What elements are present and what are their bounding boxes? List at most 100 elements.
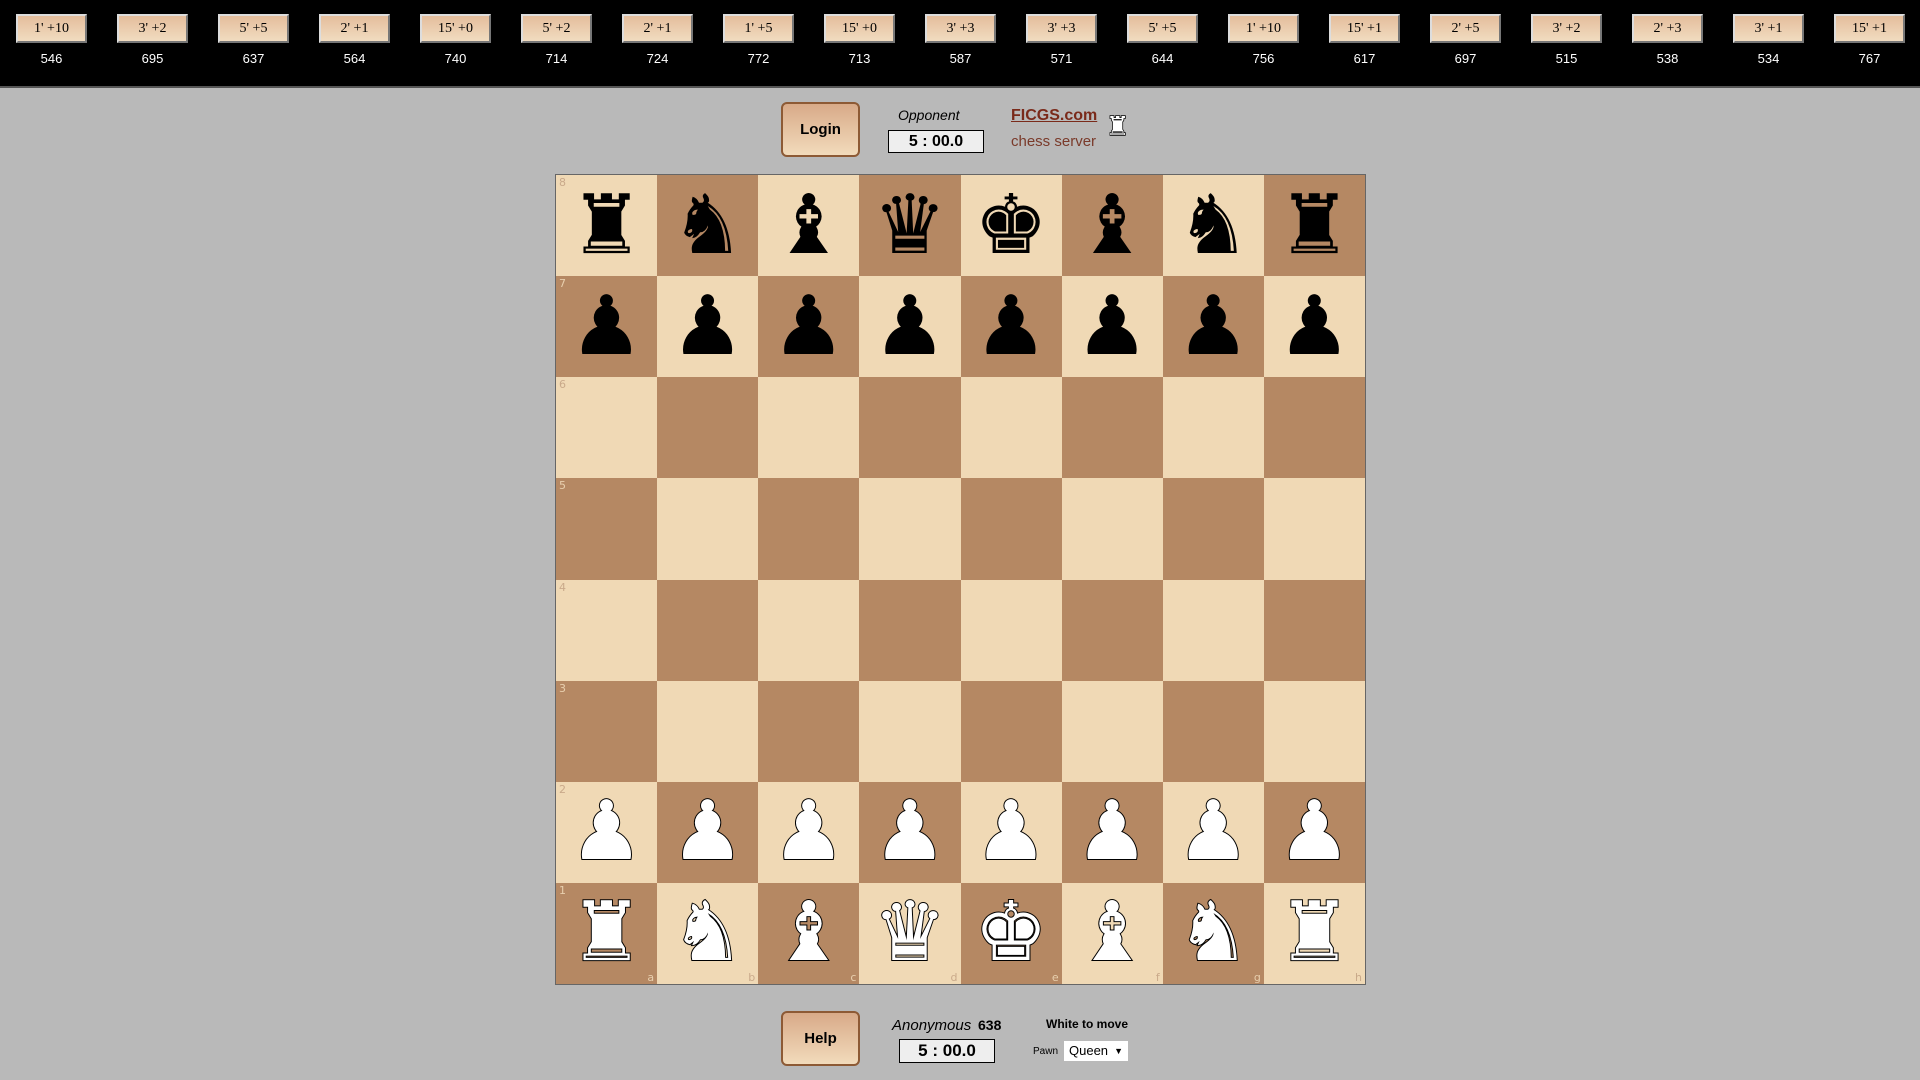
- square-e6[interactable]: [961, 377, 1062, 478]
- square-e1[interactable]: e♚: [961, 883, 1062, 984]
- login-button[interactable]: Login: [781, 102, 860, 157]
- seek-button[interactable]: 3' +3: [925, 14, 996, 43]
- white-pawn-icon[interactable]: ♟: [1177, 791, 1251, 873]
- square-g2[interactable]: ♟: [1163, 782, 1264, 883]
- square-h3[interactable]: [1264, 681, 1365, 782]
- chess-board[interactable]: 8♜♞♝♛♚♝♞♜7♟♟♟♟♟♟♟♟65432♟♟♟♟♟♟♟♟1a♜b♞c♝d♛…: [555, 174, 1366, 985]
- square-c5[interactable]: [758, 478, 859, 579]
- square-a5[interactable]: 5: [556, 478, 657, 579]
- black-knight-icon[interactable]: ♞: [671, 185, 745, 267]
- black-pawn-icon[interactable]: ♟: [974, 286, 1048, 368]
- white-rook-icon[interactable]: ♜: [570, 892, 644, 974]
- black-pawn-icon[interactable]: ♟: [772, 286, 846, 368]
- seek-button[interactable]: 15' +1: [1329, 14, 1400, 43]
- square-d2[interactable]: ♟: [859, 782, 960, 883]
- square-a4[interactable]: 4: [556, 580, 657, 681]
- help-button[interactable]: Help: [781, 1011, 860, 1066]
- square-e8[interactable]: ♚: [961, 175, 1062, 276]
- square-b2[interactable]: ♟: [657, 782, 758, 883]
- square-e5[interactable]: [961, 478, 1062, 579]
- square-d3[interactable]: [859, 681, 960, 782]
- square-c8[interactable]: ♝: [758, 175, 859, 276]
- black-pawn-icon[interactable]: ♟: [1177, 286, 1251, 368]
- square-b3[interactable]: [657, 681, 758, 782]
- site-link[interactable]: FICGS.com: [1011, 107, 1097, 125]
- square-g6[interactable]: [1163, 377, 1264, 478]
- seek-button[interactable]: 2' +1: [622, 14, 693, 43]
- seek-button[interactable]: 5' +5: [1127, 14, 1198, 43]
- square-c4[interactable]: [758, 580, 859, 681]
- square-b5[interactable]: [657, 478, 758, 579]
- square-f5[interactable]: [1062, 478, 1163, 579]
- seek-button[interactable]: 3' +2: [117, 14, 188, 43]
- seek-button[interactable]: 2' +5: [1430, 14, 1501, 43]
- square-a8[interactable]: 8♜: [556, 175, 657, 276]
- black-bishop-icon[interactable]: ♝: [1075, 185, 1149, 267]
- square-g5[interactable]: [1163, 478, 1264, 579]
- square-g4[interactable]: [1163, 580, 1264, 681]
- black-pawn-icon[interactable]: ♟: [671, 286, 745, 368]
- square-d6[interactable]: [859, 377, 960, 478]
- seek-button[interactable]: 15' +0: [824, 14, 895, 43]
- square-d4[interactable]: [859, 580, 960, 681]
- white-rook-icon[interactable]: ♜: [1278, 892, 1352, 974]
- black-knight-icon[interactable]: ♞: [1177, 185, 1251, 267]
- white-pawn-icon[interactable]: ♟: [671, 791, 745, 873]
- square-c3[interactable]: [758, 681, 859, 782]
- seek-button[interactable]: 1' +5: [723, 14, 794, 43]
- square-d7[interactable]: ♟: [859, 276, 960, 377]
- square-f4[interactable]: [1062, 580, 1163, 681]
- seek-button[interactable]: 5' +2: [521, 14, 592, 43]
- black-king-icon[interactable]: ♚: [974, 185, 1048, 267]
- black-queen-icon[interactable]: ♛: [873, 185, 947, 267]
- black-pawn-icon[interactable]: ♟: [570, 286, 644, 368]
- white-bishop-icon[interactable]: ♝: [772, 892, 846, 974]
- white-pawn-icon[interactable]: ♟: [772, 791, 846, 873]
- square-h4[interactable]: [1264, 580, 1365, 681]
- square-a7[interactable]: 7♟: [556, 276, 657, 377]
- seek-button[interactable]: 3' +3: [1026, 14, 1097, 43]
- square-a6[interactable]: 6: [556, 377, 657, 478]
- white-knight-icon[interactable]: ♞: [671, 892, 745, 974]
- square-f3[interactable]: [1062, 681, 1163, 782]
- square-d8[interactable]: ♛: [859, 175, 960, 276]
- seek-button[interactable]: 1' +10: [1228, 14, 1299, 43]
- seek-button[interactable]: 1' +10: [16, 14, 87, 43]
- square-b1[interactable]: b♞: [657, 883, 758, 984]
- square-c1[interactable]: c♝: [758, 883, 859, 984]
- square-f2[interactable]: ♟: [1062, 782, 1163, 883]
- square-h7[interactable]: ♟: [1264, 276, 1365, 377]
- white-pawn-icon[interactable]: ♟: [1075, 791, 1149, 873]
- square-f6[interactable]: [1062, 377, 1163, 478]
- square-h6[interactable]: [1264, 377, 1365, 478]
- square-b7[interactable]: ♟: [657, 276, 758, 377]
- square-h5[interactable]: [1264, 478, 1365, 579]
- seek-button[interactable]: 15' +0: [420, 14, 491, 43]
- square-d1[interactable]: d♛: [859, 883, 960, 984]
- square-h8[interactable]: ♜: [1264, 175, 1365, 276]
- seek-button[interactable]: 5' +5: [218, 14, 289, 43]
- square-a2[interactable]: 2♟: [556, 782, 657, 883]
- seek-button[interactable]: 3' +2: [1531, 14, 1602, 43]
- square-g1[interactable]: g♞: [1163, 883, 1264, 984]
- black-bishop-icon[interactable]: ♝: [772, 185, 846, 267]
- square-g3[interactable]: [1163, 681, 1264, 782]
- square-e4[interactable]: [961, 580, 1062, 681]
- seek-button[interactable]: 2' +3: [1632, 14, 1703, 43]
- square-e3[interactable]: [961, 681, 1062, 782]
- square-a1[interactable]: 1a♜: [556, 883, 657, 984]
- square-f1[interactable]: f♝: [1062, 883, 1163, 984]
- square-f7[interactable]: ♟: [1062, 276, 1163, 377]
- square-b6[interactable]: [657, 377, 758, 478]
- black-pawn-icon[interactable]: ♟: [1075, 286, 1149, 368]
- square-g8[interactable]: ♞: [1163, 175, 1264, 276]
- white-knight-icon[interactable]: ♞: [1177, 892, 1251, 974]
- square-e2[interactable]: ♟: [961, 782, 1062, 883]
- square-g7[interactable]: ♟: [1163, 276, 1264, 377]
- white-pawn-icon[interactable]: ♟: [570, 791, 644, 873]
- square-b4[interactable]: [657, 580, 758, 681]
- square-a3[interactable]: 3: [556, 681, 657, 782]
- white-king-icon[interactable]: ♚: [974, 892, 1048, 974]
- promotion-select[interactable]: Queen▼: [1064, 1041, 1128, 1061]
- seek-button[interactable]: 2' +1: [319, 14, 390, 43]
